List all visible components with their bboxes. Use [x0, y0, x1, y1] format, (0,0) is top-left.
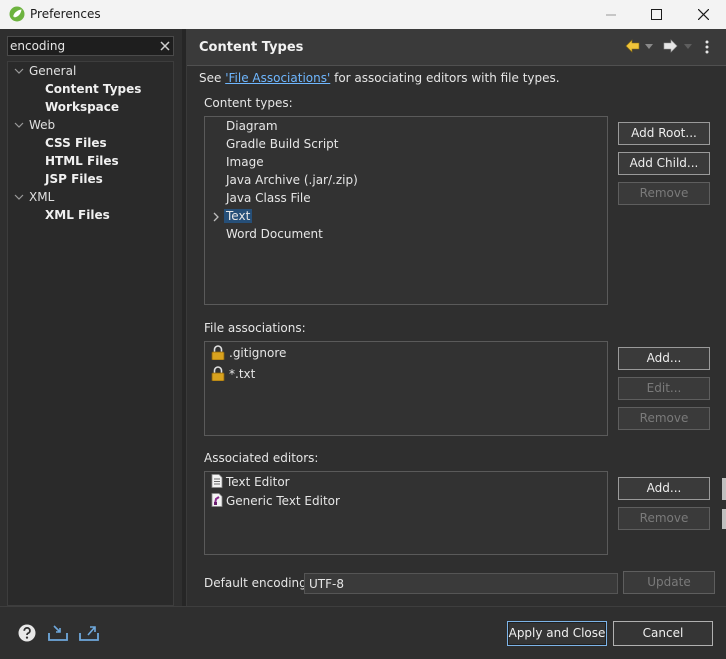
tree-item-css-files[interactable]: CSS Files: [45, 134, 107, 152]
associated-editor-label: Generic Text Editor: [226, 494, 340, 508]
tree-item-jsp-files[interactable]: JSP Files: [45, 170, 103, 188]
preference-navigation: General Content Types Workspace Web CSS …: [0, 29, 182, 606]
default-encoding-label: Default encoding:: [204, 576, 311, 590]
close-button[interactable]: [680, 0, 726, 29]
add-editor-button[interactable]: Add...: [618, 477, 710, 500]
preference-page: Content Types See 'File Associations' fo…: [186, 29, 726, 606]
content-type-item[interactable]: Word Document: [226, 225, 323, 243]
forward-dropdown-icon[interactable]: [684, 44, 692, 50]
file-association-item[interactable]: *.txt: [211, 365, 255, 383]
content-type-item[interactable]: Diagram: [226, 117, 278, 135]
lock-icon: [211, 366, 225, 382]
content-type-item[interactable]: Java Class File: [226, 189, 311, 207]
remove-content-type-button[interactable]: Remove: [618, 182, 710, 205]
content-type-label: Java Archive (.jar/.zip): [226, 173, 358, 187]
associated-editors-list[interactable]: Text Editor Generic Text Editor: [204, 471, 608, 555]
tree-item-xml-files[interactable]: XML Files: [45, 206, 110, 224]
collapse-chevron-icon[interactable]: [14, 66, 24, 76]
tree-category-web[interactable]: Web: [29, 116, 55, 134]
content-type-item[interactable]: Image: [226, 153, 264, 171]
apply-and-close-button[interactable]: Apply and Close: [507, 621, 607, 646]
add-child-button[interactable]: Add Child...: [618, 152, 710, 175]
collapse-chevron-icon[interactable]: [14, 192, 24, 202]
tree-category-xml[interactable]: XML: [29, 188, 54, 206]
collapse-chevron-icon[interactable]: [14, 120, 24, 130]
view-menu-icon[interactable]: [705, 40, 709, 54]
file-association-label: .gitignore: [229, 346, 287, 360]
dialog-footer: Apply and Close Cancel: [0, 606, 726, 659]
forward-arrow-icon[interactable]: [662, 39, 678, 53]
import-preferences-icon[interactable]: [47, 624, 69, 642]
spring-leaf-icon: [9, 6, 25, 22]
see-prefix: See: [199, 71, 226, 85]
file-associations-list[interactable]: .gitignore *.txt: [204, 341, 608, 436]
page-title: Content Types: [199, 40, 304, 55]
tree-item-workspace[interactable]: Workspace: [45, 98, 119, 116]
associated-editor-item[interactable]: Generic Text Editor: [211, 492, 340, 510]
default-encoding-input[interactable]: [304, 573, 618, 594]
content-type-item[interactable]: Java Archive (.jar/.zip): [226, 171, 358, 189]
add-root-button[interactable]: Add Root...: [618, 122, 710, 145]
page-header: Content Types: [187, 29, 726, 65]
clear-filter-icon[interactable]: [160, 41, 170, 51]
content-types-tree[interactable]: Diagram Gradle Build Script Image Java A…: [204, 116, 608, 305]
cancel-button[interactable]: Cancel: [613, 621, 713, 646]
title-bar: Preferences: [0, 0, 726, 29]
maximize-icon: [650, 9, 662, 20]
see-file-associations-text: See 'File Associations' for associating …: [199, 71, 560, 85]
content-type-label: Java Class File: [226, 191, 311, 205]
content-type-label: Text: [224, 209, 253, 223]
window-title: Preferences: [30, 7, 101, 21]
preference-tree[interactable]: General Content Types Workspace Web CSS …: [7, 61, 174, 606]
associated-editor-item[interactable]: Text Editor: [211, 473, 290, 491]
tree-category-general[interactable]: General: [29, 62, 76, 80]
file-association-label: *.txt: [229, 367, 256, 381]
help-icon[interactable]: [18, 624, 36, 642]
content-types-label: Content types:: [204, 96, 293, 110]
header-separator: [187, 65, 726, 66]
file-associations-label: File associations:: [204, 321, 306, 335]
close-icon: [697, 9, 709, 20]
update-encoding-button[interactable]: Update: [623, 571, 715, 594]
remove-editor-button[interactable]: Remove: [618, 507, 710, 530]
content-type-label: Word Document: [226, 227, 323, 241]
minimize-icon: [606, 14, 616, 15]
generic-editor-icon: [211, 493, 223, 507]
content-type-item-selected[interactable]: Text: [224, 207, 253, 225]
file-association-item[interactable]: .gitignore: [211, 344, 286, 362]
edit-file-association-button[interactable]: Edit...: [618, 377, 710, 400]
minimize-button[interactable]: [588, 0, 634, 29]
content-type-label: Gradle Build Script: [226, 137, 339, 151]
tree-item-content-types[interactable]: Content Types: [45, 80, 141, 98]
add-file-association-button[interactable]: Add...: [618, 347, 710, 370]
content-type-label: Image: [226, 155, 264, 169]
back-arrow-icon[interactable]: [625, 39, 641, 53]
see-suffix: for associating editors with file types.: [330, 71, 560, 85]
window-edge-handle: [722, 509, 726, 529]
text-file-icon: [211, 474, 223, 488]
file-associations-link[interactable]: 'File Associations': [225, 71, 330, 85]
associated-editors-label: Associated editors:: [204, 451, 319, 465]
tree-item-html-files[interactable]: HTML Files: [45, 152, 119, 170]
maximize-button[interactable]: [633, 0, 679, 29]
back-dropdown-icon[interactable]: [645, 44, 653, 50]
tree-item-label: Content Types: [45, 82, 142, 96]
export-preferences-icon[interactable]: [78, 624, 100, 642]
content-type-item[interactable]: Gradle Build Script: [226, 135, 338, 153]
filter-input[interactable]: [7, 36, 174, 56]
window-edge-handle: [722, 478, 726, 500]
remove-file-association-button[interactable]: Remove: [618, 407, 710, 430]
content-type-label: Diagram: [226, 119, 278, 133]
expand-chevron-icon[interactable]: [212, 212, 220, 222]
lock-icon: [211, 345, 225, 361]
associated-editor-label: Text Editor: [226, 475, 290, 489]
